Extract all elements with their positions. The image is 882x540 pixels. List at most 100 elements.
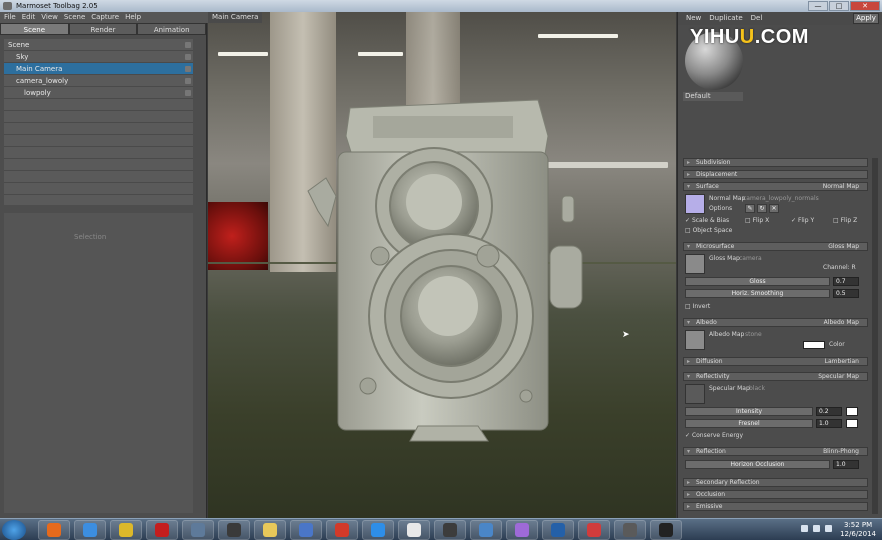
section-surface[interactable]: ▾ Surface Normal Map — [683, 182, 868, 191]
start-button[interactable] — [2, 520, 26, 540]
conserve-energy-checkbox[interactable]: ✓ Conserve Energy — [685, 432, 743, 439]
volume-icon[interactable] — [825, 525, 832, 532]
taskbar-app-button[interactable] — [506, 520, 538, 540]
horizon-smoothing-slider[interactable]: Horiz. Smoothing — [685, 289, 830, 298]
scene-tree-item[interactable]: Scene — [4, 39, 193, 51]
taskbar-app-button[interactable] — [362, 520, 394, 540]
new-material-button[interactable]: New — [686, 12, 701, 25]
specular-color-swatch[interactable] — [846, 407, 858, 416]
taskbar-app-button[interactable] — [650, 520, 682, 540]
taskbar-app-button[interactable] — [326, 520, 358, 540]
section-subdivision[interactable]: ▸ Subdivision — [683, 158, 868, 167]
apply-button[interactable]: Apply — [853, 13, 879, 24]
viewport[interactable]: Main Camera ➤ — [208, 12, 676, 518]
duplicate-material-button[interactable]: Duplicate — [709, 12, 742, 25]
taskbar-app-button[interactable] — [254, 520, 286, 540]
scene-tree-item[interactable]: lowpoly — [4, 87, 193, 99]
taskbar-app-button[interactable] — [614, 520, 646, 540]
pick-icon[interactable]: ✎ — [745, 204, 755, 213]
albedo-color-swatch[interactable] — [803, 341, 825, 349]
intensity-value[interactable]: 0.2 — [816, 407, 842, 416]
visibility-icon[interactable] — [185, 42, 191, 48]
section-diffusion[interactable]: ▸ Diffusion Lambertian — [683, 357, 868, 366]
section-reflectivity[interactable]: ▾ Reflectivity Specular Map — [683, 372, 868, 381]
reload-icon[interactable]: ↻ — [757, 204, 767, 213]
channel-select[interactable]: Channel: R — [823, 264, 856, 271]
scene-tree-label: camera_lowoly — [16, 77, 69, 85]
section-reflection[interactable]: ▾ Reflection Blinn-Phong — [683, 447, 868, 456]
media-icon — [299, 523, 313, 537]
taskbar-app-button[interactable] — [398, 520, 430, 540]
network-icon[interactable] — [813, 525, 820, 532]
horizon-occlusion-value[interactable]: 1.0 — [833, 460, 859, 469]
object-space-checkbox[interactable]: □ Object Space — [685, 227, 732, 234]
taskbar-app-button[interactable] — [470, 520, 502, 540]
viewport-tab[interactable]: Main Camera — [208, 12, 263, 23]
tab-render[interactable]: Render — [68, 23, 138, 35]
visibility-icon[interactable] — [185, 78, 191, 84]
taskbar-clock[interactable]: 3:52 PM 12/6/2014 — [840, 521, 876, 539]
ceiling-light — [538, 34, 618, 38]
delete-material-button[interactable]: Del — [751, 12, 763, 25]
menu-edit[interactable]: Edit — [22, 12, 36, 23]
section-occlusion[interactable]: ▸ Occlusion — [683, 490, 868, 499]
scene-tree-item[interactable]: camera_lowoly — [4, 75, 193, 87]
tab-scene[interactable]: Scene — [0, 23, 69, 35]
flip-y-checkbox[interactable]: ✓ Flip Y — [791, 217, 814, 224]
menu-help[interactable]: Help — [125, 12, 141, 23]
gloss-value[interactable]: 0.7 — [833, 277, 859, 286]
flip-x-checkbox[interactable]: □ Flip X — [745, 217, 769, 224]
taskbar-app-button[interactable] — [542, 520, 574, 540]
menu-scene[interactable]: Scene — [64, 12, 85, 23]
invert-checkbox[interactable]: □ Invert — [685, 303, 710, 310]
smoothing-value[interactable]: 0.5 — [833, 289, 859, 298]
flip-z-checkbox[interactable]: □ Flip Z — [833, 217, 857, 224]
material-name[interactable]: Default — [683, 92, 743, 101]
taskbar-app-button[interactable] — [110, 520, 142, 540]
taskbar-app-button[interactable] — [38, 520, 70, 540]
close-button[interactable]: ✕ — [850, 1, 880, 11]
section-secondary-reflection[interactable]: ▸ Secondary Reflection — [683, 478, 868, 487]
taskbar-app-button[interactable] — [290, 520, 322, 540]
scene-tree-item[interactable]: Main Camera — [4, 63, 193, 75]
scene-tree-label: Scene — [8, 41, 30, 49]
fresnel-value[interactable]: 1.0 — [816, 419, 842, 428]
specular-map-thumbnail[interactable] — [685, 384, 705, 404]
section-emissive[interactable]: ▸ Emissive — [683, 502, 868, 511]
visibility-icon[interactable] — [185, 66, 191, 72]
minimize-button[interactable]: — — [808, 1, 828, 11]
section-albedo[interactable]: ▾ Albedo Albedo Map — [683, 318, 868, 327]
visibility-icon[interactable] — [185, 54, 191, 60]
menu-capture[interactable]: Capture — [91, 12, 119, 23]
albedo-map-thumbnail[interactable] — [685, 330, 705, 350]
gloss-slider[interactable]: Gloss — [685, 277, 830, 286]
taskbar-app-button[interactable] — [182, 520, 214, 540]
fresnel-color-swatch[interactable] — [846, 419, 858, 428]
horizon-occlusion-slider[interactable]: Horizon Occlusion — [685, 460, 830, 469]
properties-scrollbar[interactable] — [872, 158, 878, 514]
section-microsurface[interactable]: ▾ Microsurface Gloss Map — [683, 242, 868, 251]
normal-map-thumbnail[interactable] — [685, 194, 705, 214]
intensity-slider[interactable]: Intensity — [685, 407, 813, 416]
properties-placeholder: Selection — [74, 233, 107, 241]
flag-icon[interactable] — [801, 525, 808, 532]
gloss-map-thumbnail[interactable] — [685, 254, 705, 274]
visibility-icon[interactable] — [185, 90, 191, 96]
maximize-button[interactable]: □ — [829, 1, 849, 11]
normal-map-label: Normal Map — [709, 195, 746, 202]
section-displacement[interactable]: ▸ Displacement — [683, 170, 868, 179]
fresnel-slider[interactable]: Fresnel — [685, 419, 813, 428]
menu-view[interactable]: View — [41, 12, 58, 23]
scale-bias-checkbox[interactable]: ✓ Scale & Bias — [685, 217, 729, 224]
menu-file[interactable]: File — [4, 12, 16, 23]
taskbar-app-button[interactable] — [434, 520, 466, 540]
tab-animation[interactable]: Animation — [137, 23, 207, 35]
scene-tree-item[interactable]: Sky — [4, 51, 193, 63]
app-icon — [3, 2, 12, 10]
options-label[interactable]: Options — [709, 205, 732, 212]
taskbar-app-button[interactable] — [146, 520, 178, 540]
taskbar-app-button[interactable] — [74, 520, 106, 540]
taskbar-app-button[interactable] — [218, 520, 250, 540]
taskbar-app-button[interactable] — [578, 520, 610, 540]
clear-icon[interactable]: ✕ — [769, 204, 779, 213]
